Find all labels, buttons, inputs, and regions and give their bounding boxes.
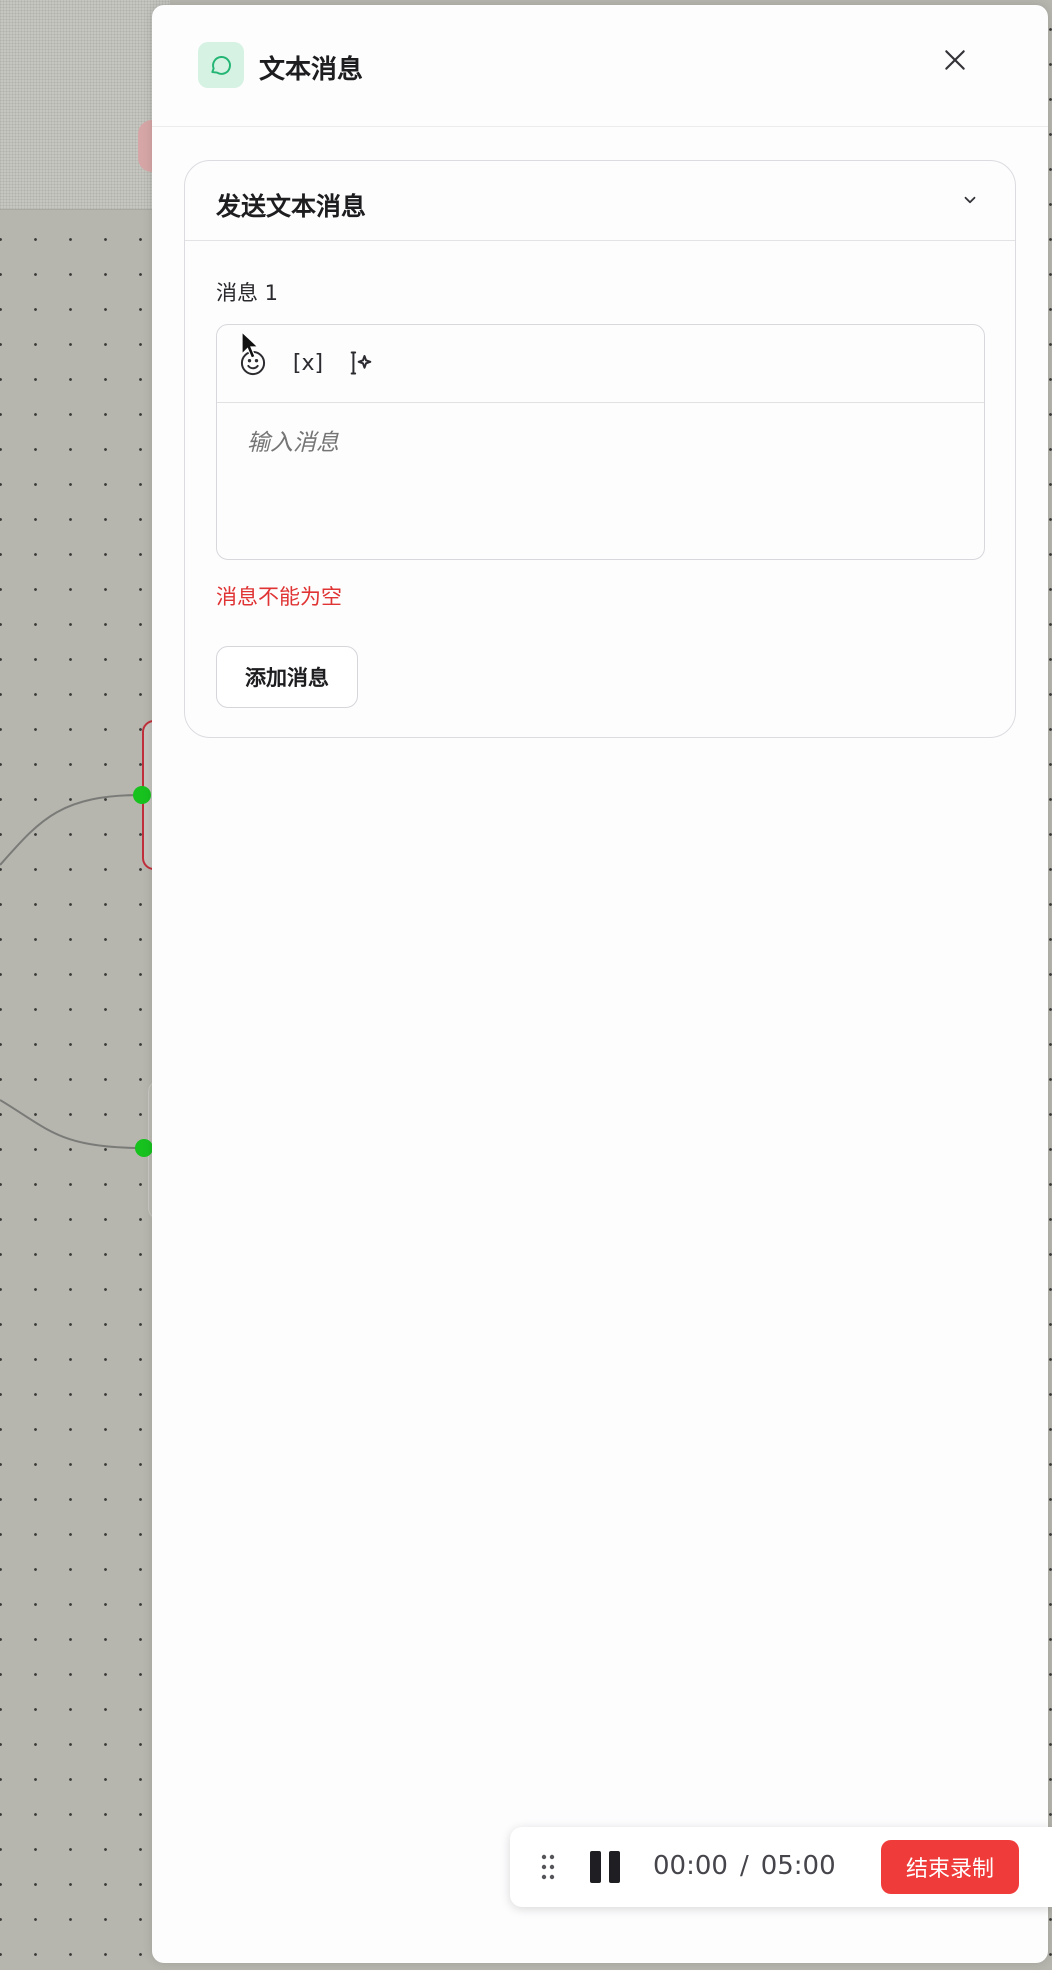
close-icon[interactable] — [942, 47, 968, 73]
pause-button[interactable] — [590, 1851, 624, 1883]
error-message: 消息不能为空 — [216, 585, 342, 609]
recording-timer: 00:00 / 05:00 — [653, 1851, 836, 1881]
pause-icon — [590, 1851, 601, 1883]
variable-insert-button[interactable]: [x] — [291, 347, 325, 379]
card-header[interactable]: 发送文本消息 — [185, 161, 1015, 241]
edge-line — [0, 1099, 145, 1149]
message-label: 消息 1 — [216, 281, 279, 305]
time-separator: / — [739, 1851, 749, 1881]
close-button[interactable] — [938, 43, 972, 77]
chat-bubble-icon — [198, 42, 244, 88]
edge-port — [135, 1139, 153, 1157]
time-limit: 05:00 — [760, 1851, 836, 1881]
end-recording-button[interactable]: 结束录制 — [881, 1840, 1019, 1894]
ai-sparkle-icon[interactable] — [345, 347, 377, 379]
editor-toolbar: [x] — [217, 325, 984, 403]
recording-bar: 00:00 / 05:00 结束录制 — [510, 1827, 1052, 1907]
panel-title: 文本消息 — [259, 55, 364, 85]
drag-handle-icon[interactable] — [540, 1853, 556, 1881]
chevron-down-icon[interactable] — [958, 188, 982, 212]
mouse-cursor-icon — [241, 330, 260, 359]
message-editor[interactable]: [x] — [216, 324, 985, 560]
message-input[interactable] — [247, 429, 947, 456]
elapsed-time: 00:00 — [653, 1851, 728, 1881]
send-text-card: 发送文本消息 消息 1 [x] 输入消息 消息不能为空 添加消息 — [184, 160, 1016, 738]
add-message-button[interactable]: 添加消息 — [216, 646, 358, 708]
edge-line — [0, 794, 143, 866]
card-title: 发送文本消息 — [216, 192, 367, 221]
panel-header: 文本消息 — [152, 5, 1048, 127]
edge-port — [133, 786, 151, 804]
message-config-panel: 文本消息 发送文本消息 消息 1 [x] 输入消息 消息不能为空 添加消息 — [152, 5, 1048, 1963]
